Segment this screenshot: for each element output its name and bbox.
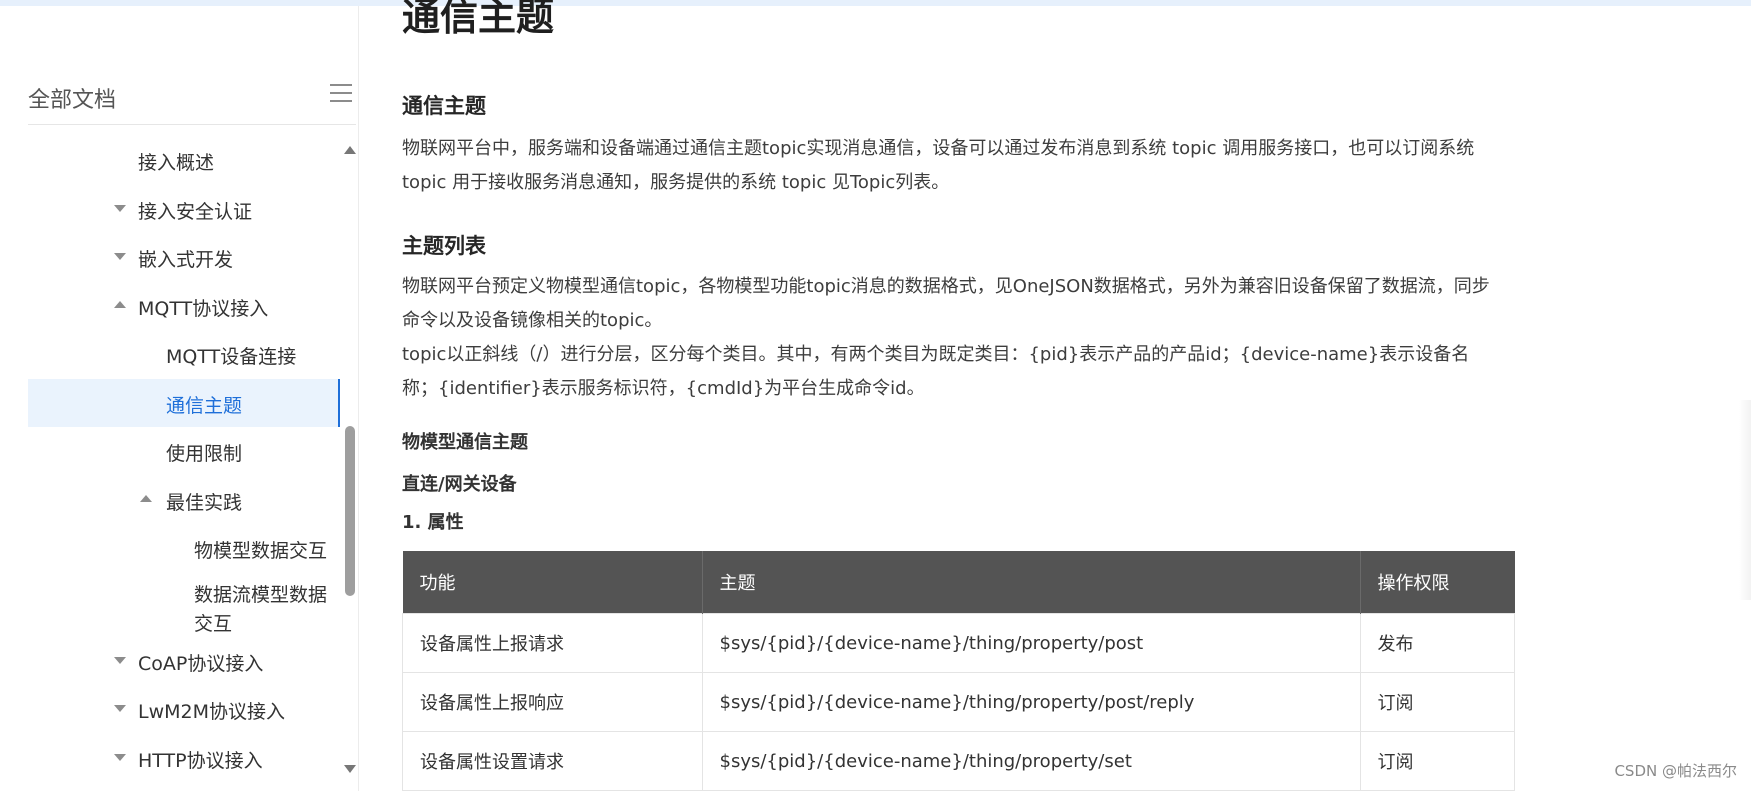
sidebar-header: 全部文档	[28, 70, 356, 125]
doc-nav-list: 接入概述 接入安全认证 嵌入式开发 MQTT协议接入 MQTT设备连接 通信主题…	[28, 136, 340, 782]
sidebar-item-mqtt-device-connect[interactable]: MQTT设备连接	[28, 330, 340, 379]
table-cell-function: 设备属性设置请求	[402, 731, 703, 791]
caret-down-icon[interactable]	[114, 753, 126, 761]
caret-up-icon[interactable]	[140, 494, 152, 502]
sidebar-item-label: CoAP协议接入	[138, 652, 264, 675]
sidebar-item-label: MQTT设备连接	[166, 346, 297, 368]
table-row: 设备属性上报请求 $sys/{pid}/{device-name}/thing/…	[402, 613, 1515, 673]
sidebar-item-label: LwM2M协议接入	[138, 701, 285, 723]
table-cell-topic: $sys/{pid}/{device-name}/thing/property/…	[701, 613, 1361, 673]
topic-table: 功能 主题 操作权限 设备属性上报请求 $sys/{pid}/{device-n…	[402, 551, 1515, 791]
table-header-topic: 主题	[702, 551, 1361, 614]
table-cell-topic: $sys/{pid}/{device-name}/thing/property/…	[701, 672, 1361, 732]
sidebar-item-access-security-auth[interactable]: 接入安全认证	[28, 185, 340, 234]
table-cell-permission: 订阅	[1359, 731, 1515, 791]
caret-down-icon[interactable]	[114, 656, 126, 664]
section-text-topic-list-2: topic以正斜线（/）进行分层，区分每个类目。其中，有两个类目为既定类目：{p…	[402, 344, 1470, 399]
table-row: 设备属性设置请求 $sys/{pid}/{device-name}/thing/…	[402, 731, 1515, 791]
subheading-properties: 1. 属性	[402, 512, 464, 533]
caret-down-icon[interactable]	[114, 204, 126, 212]
table-cell-permission: 发布	[1359, 613, 1515, 673]
caret-down-icon[interactable]	[114, 705, 126, 712]
section-title-comm-topic: 通信主题	[402, 94, 486, 118]
scroll-down-arrow-icon[interactable]	[344, 765, 356, 773]
caret-up-icon[interactable]	[114, 300, 126, 308]
sidebar-item-datastream-model-data[interactable]: 数据流模型数据交互	[28, 573, 340, 637]
sidebar-item-lwm2m-access[interactable]: LwM2M协议接入	[28, 685, 340, 734]
sidebar-item-label: 数据流模型数据交互	[194, 583, 328, 635]
sidebar-item-label: 物模型数据交互	[194, 540, 328, 562]
table-cell-topic: $sys/{pid}/{device-name}/thing/property/…	[701, 731, 1361, 791]
section-text-topic-list-1: 物联网平台预定义物模型通信topic，各物模型功能topic消息的数据格式，见O…	[402, 276, 1490, 331]
sidebar-item-best-practice[interactable]: 最佳实践	[28, 476, 340, 525]
sidebar-item-thing-model-data[interactable]: 物模型数据交互	[28, 524, 340, 573]
sidebar-item-label: 通信主题	[166, 394, 243, 417]
right-edge-shadow	[1739, 400, 1751, 600]
sidebar-item-label: 接入安全认证	[138, 200, 253, 223]
subheading-thing-model-topic: 物模型通信主题	[402, 432, 528, 453]
sidebar-item-mqtt-access[interactable]: MQTT协议接入	[28, 282, 340, 331]
sidebar-item-coap-access[interactable]: CoAP协议接入	[28, 637, 340, 686]
sidebar-item-usage-limits[interactable]: 使用限制	[28, 427, 340, 476]
table-cell-function: 设备属性上报响应	[402, 672, 703, 732]
table-header-permission: 操作权限	[1360, 551, 1515, 614]
table-row: 设备属性上报响应 $sys/{pid}/{device-name}/thing/…	[402, 672, 1515, 732]
scroll-up-arrow-icon[interactable]	[344, 146, 356, 154]
subheading-direct-gateway-device: 直连/网关设备	[402, 474, 517, 495]
main-content: 通信主题 通信主题 物联网平台中，服务端和设备端通过通信主题topic实现消息通…	[402, 0, 1515, 791]
sidebar-item-comm-topic[interactable]: 通信主题	[28, 378, 340, 427]
scrollbar-thumb[interactable]	[345, 426, 355, 596]
section-title-topic-list: 主题列表	[402, 234, 486, 258]
table-header-row: 功能 主题 操作权限	[402, 551, 1515, 614]
watermark: CSDN @帕法西尔	[1614, 762, 1737, 780]
sidebar-item-embedded-dev[interactable]: 嵌入式开发	[28, 233, 340, 282]
sidebar-item-access-overview[interactable]: 接入概述	[28, 136, 340, 185]
section-text-comm-topic: 物联网平台中，服务端和设备端通过通信主题topic实现消息通信，设备可以通过发布…	[402, 138, 1475, 193]
sidebar-item-label: 接入概述	[138, 152, 215, 174]
sidebar-item-label: 使用限制	[166, 443, 243, 465]
sidebar-item-label: HTTP协议接入	[138, 749, 263, 772]
page-title: 通信主题	[402, 0, 555, 39]
table-cell-function: 设备属性上报请求	[402, 613, 703, 673]
sidebar-item-http-access[interactable]: HTTP协议接入	[28, 734, 340, 783]
sidebar: 全部文档 接入概述 接入安全认证 嵌入式开发 MQTT协议接入 MQTT设备连接…	[0, 6, 359, 791]
menu-icon[interactable]	[330, 84, 352, 104]
table-header-function: 功能	[402, 551, 703, 614]
caret-down-icon[interactable]	[114, 253, 126, 260]
sidebar-item-label: 最佳实践	[166, 491, 243, 514]
sidebar-item-label: 嵌入式开发	[138, 249, 234, 271]
sidebar-title: 全部文档	[28, 88, 117, 113]
sidebar-item-label: MQTT协议接入	[138, 297, 269, 320]
table-cell-permission: 订阅	[1359, 672, 1515, 732]
